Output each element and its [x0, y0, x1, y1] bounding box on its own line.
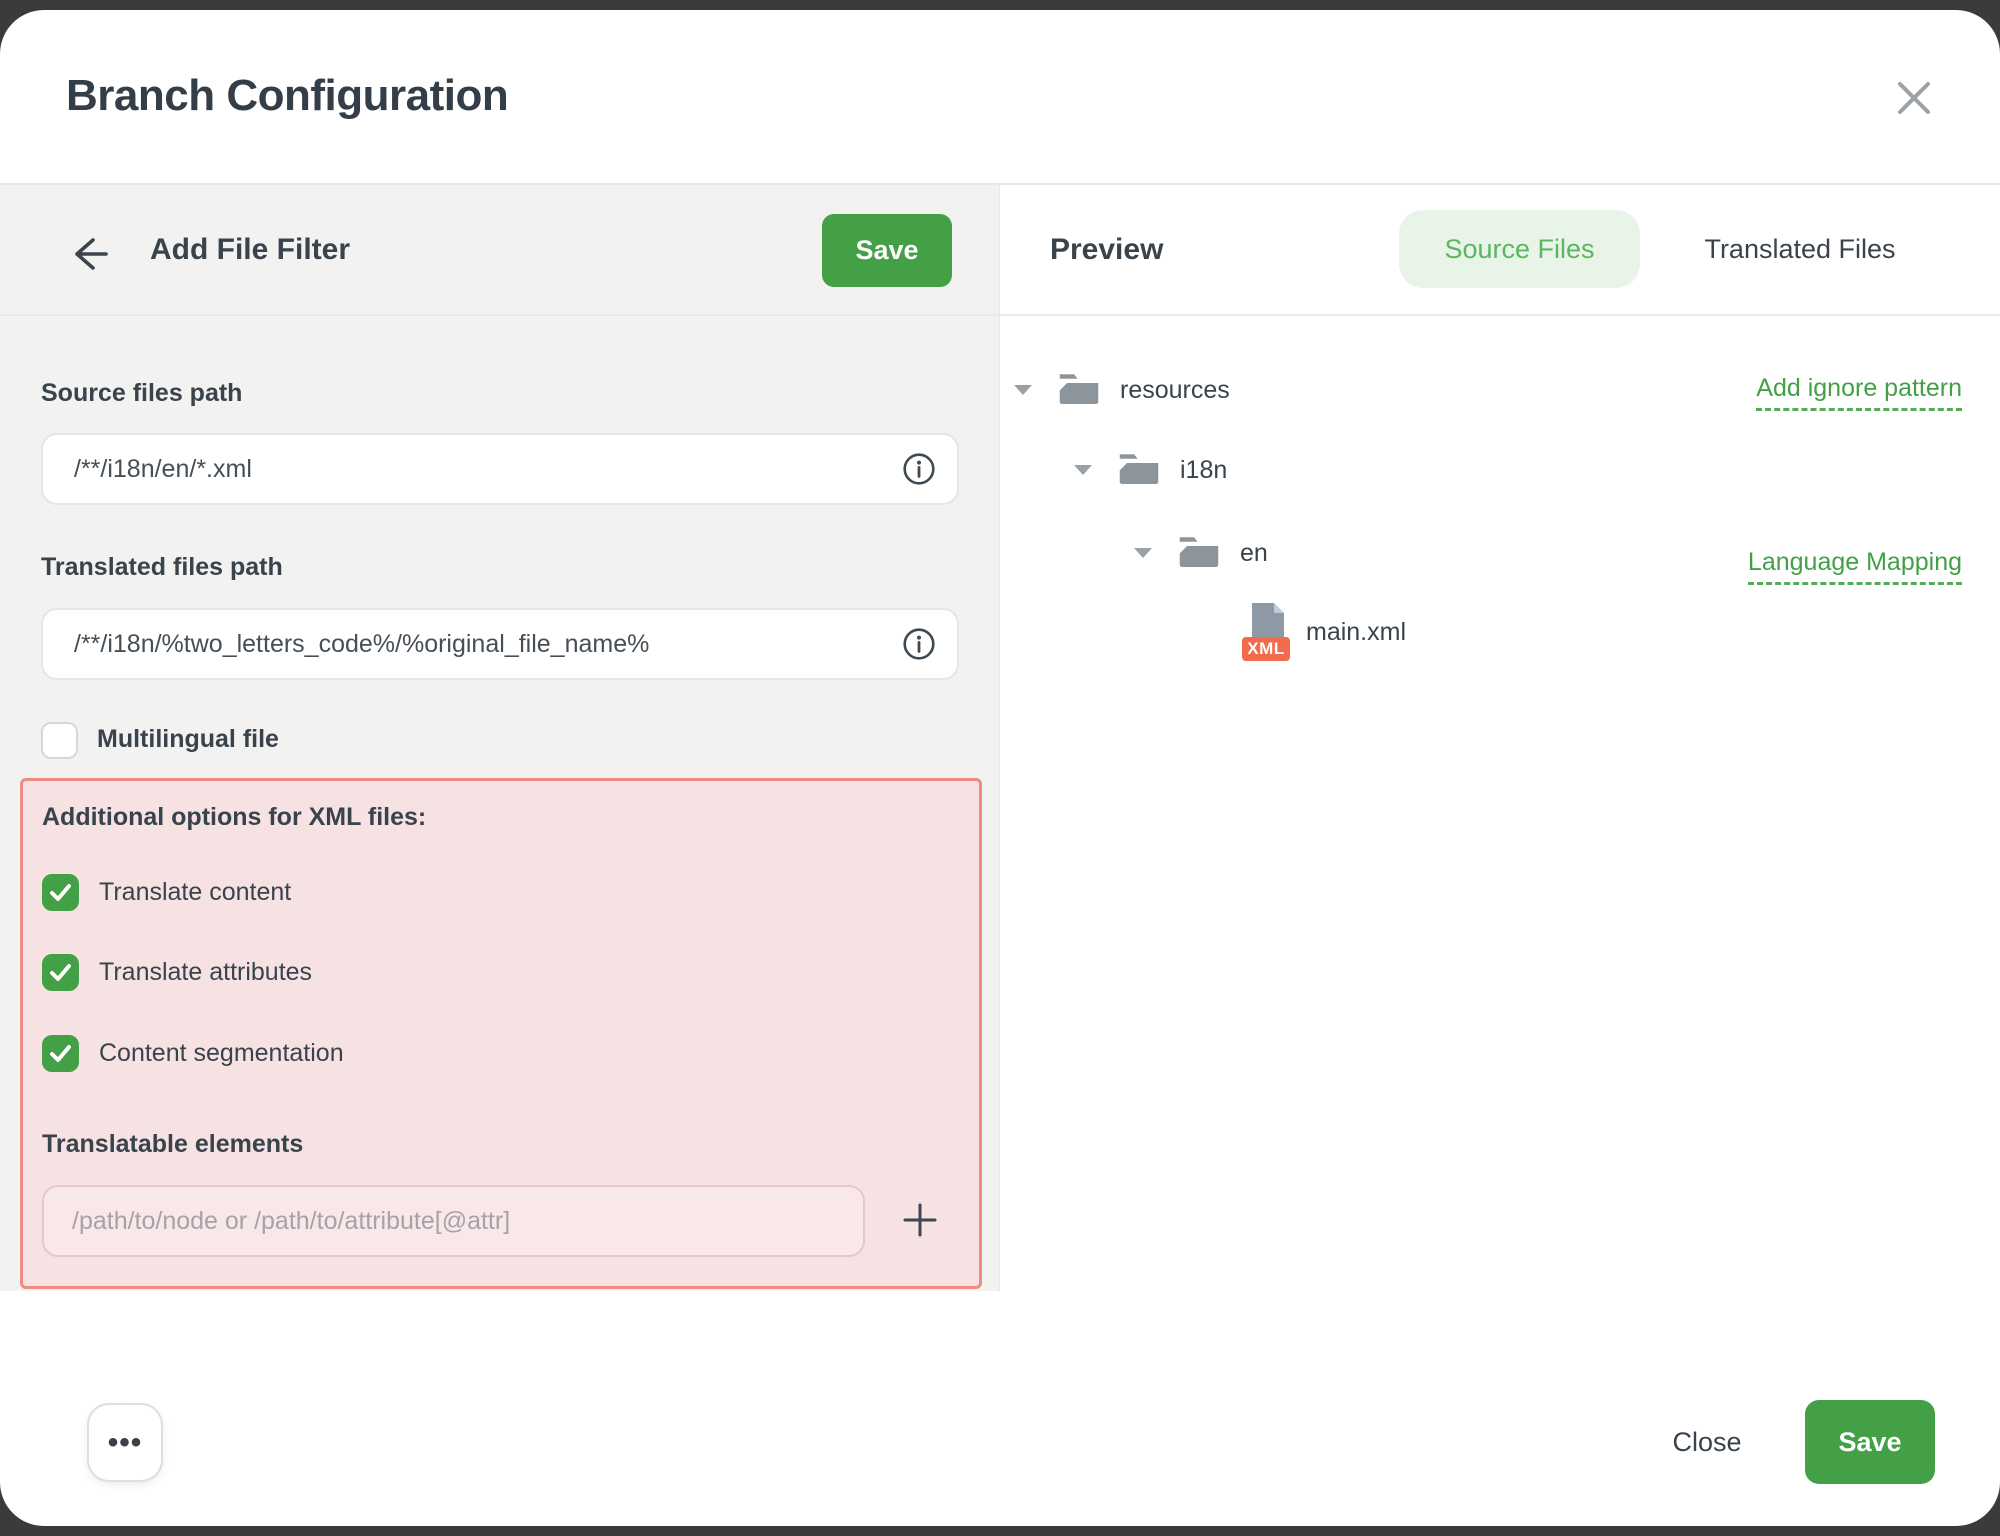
translatable-elements-input[interactable] [42, 1185, 865, 1257]
add-translatable-element-icon[interactable] [900, 1200, 940, 1240]
translated-path-label: Translated files path [41, 552, 283, 582]
xml-options-title: Additional options for XML files: [42, 802, 426, 832]
modal-title: Branch Configuration [66, 74, 508, 118]
translate-attributes-label: Translate attributes [99, 957, 312, 987]
filter-save-button[interactable]: Save [822, 214, 952, 287]
tree-item-en[interactable]: en [1000, 513, 2000, 593]
translated-path-input[interactable] [41, 608, 959, 680]
screen: Branch Configuration Add File Filter Sav… [0, 0, 2000, 1536]
tree-item-label: main.xml [1306, 618, 1406, 647]
translate-attributes-checkbox[interactable] [42, 954, 79, 991]
save-button[interactable]: Save [1805, 1400, 1935, 1484]
content-segmentation-label: Content segmentation [99, 1038, 344, 1068]
expand-caret-icon[interactable] [1074, 465, 1092, 475]
xml-badge: XML [1242, 637, 1290, 661]
back-arrow-icon[interactable] [66, 232, 110, 276]
tree-item-resources[interactable]: resources [1000, 350, 2000, 430]
expand-caret-icon[interactable] [1014, 385, 1032, 395]
folder-icon [1058, 372, 1100, 408]
translate-content-label: Translate content [99, 877, 291, 907]
branch-configuration-modal: Branch Configuration Add File Filter Sav… [0, 10, 2000, 1526]
tree-item-label: i18n [1180, 456, 1227, 485]
translatable-elements-label: Translatable elements [42, 1129, 303, 1159]
tree-item-i18n[interactable]: i18n [1000, 430, 2000, 510]
multilingual-checkbox[interactable] [41, 722, 78, 759]
tab-translated-files[interactable]: Translated Files [1660, 210, 1940, 288]
content-segmentation-checkbox[interactable] [42, 1035, 79, 1072]
tree-item-label: en [1240, 539, 1268, 568]
tab-source-files[interactable]: Source Files [1399, 210, 1640, 288]
source-path-label: Source files path [41, 378, 242, 408]
tree-item-main-xml[interactable]: XML main.xml [1000, 592, 2000, 672]
translate-content-checkbox[interactable] [42, 874, 79, 911]
xml-file-icon: XML [1242, 603, 1292, 661]
filter-panel-title: Add File Filter [150, 235, 350, 265]
close-button[interactable]: Close [1652, 1413, 1762, 1471]
tree-item-label: resources [1120, 376, 1230, 405]
expand-caret-icon[interactable] [1134, 548, 1152, 558]
close-icon[interactable] [1888, 72, 1940, 124]
source-path-info-icon[interactable] [902, 452, 936, 486]
folder-icon [1118, 452, 1160, 488]
preview-panel-title: Preview [1050, 235, 1163, 265]
source-path-input[interactable] [41, 433, 959, 505]
more-options-button[interactable]: ••• [87, 1403, 163, 1482]
multilingual-label: Multilingual file [97, 724, 279, 754]
folder-icon [1178, 535, 1220, 571]
translated-path-info-icon[interactable] [902, 627, 936, 661]
